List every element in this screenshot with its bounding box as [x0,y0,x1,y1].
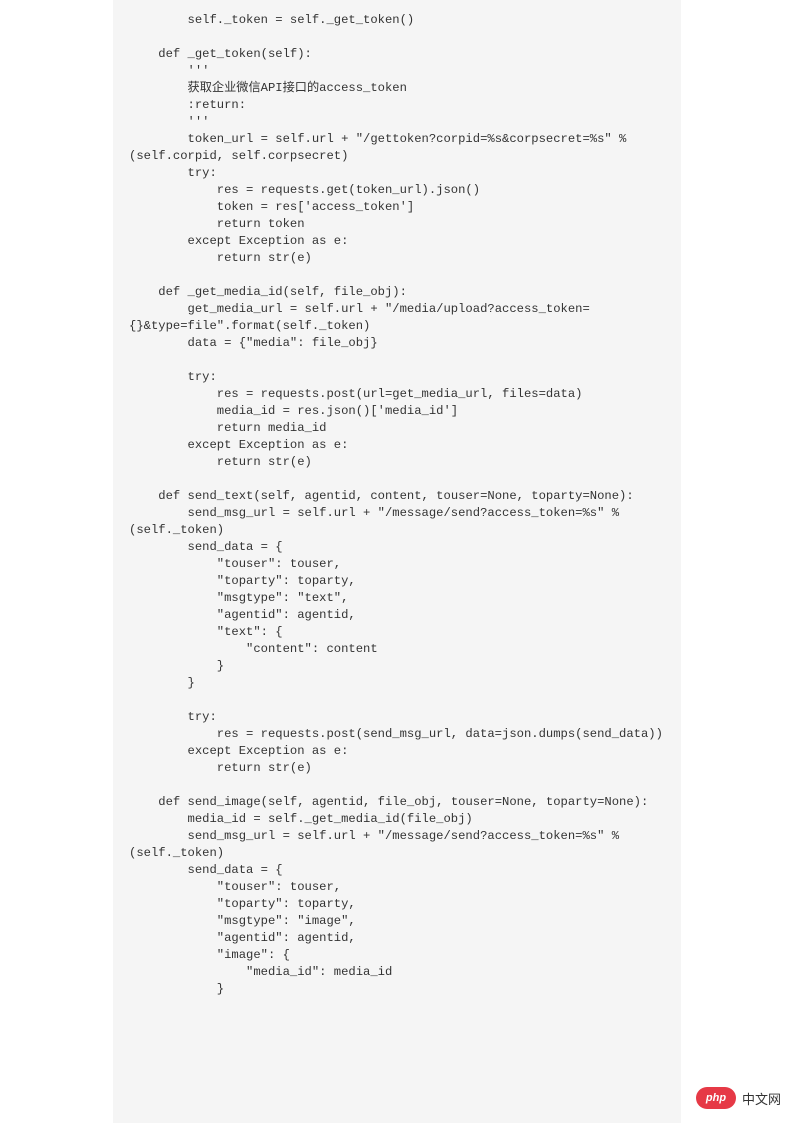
php-logo: php [696,1087,736,1109]
watermark: php 中文网 [696,1087,781,1109]
site-name: 中文网 [742,1089,781,1108]
code-block: self._token = self._get_token() def _get… [113,0,681,1123]
logo-text: php [706,1092,726,1104]
code-content: self._token = self._get_token() def _get… [129,12,665,998]
